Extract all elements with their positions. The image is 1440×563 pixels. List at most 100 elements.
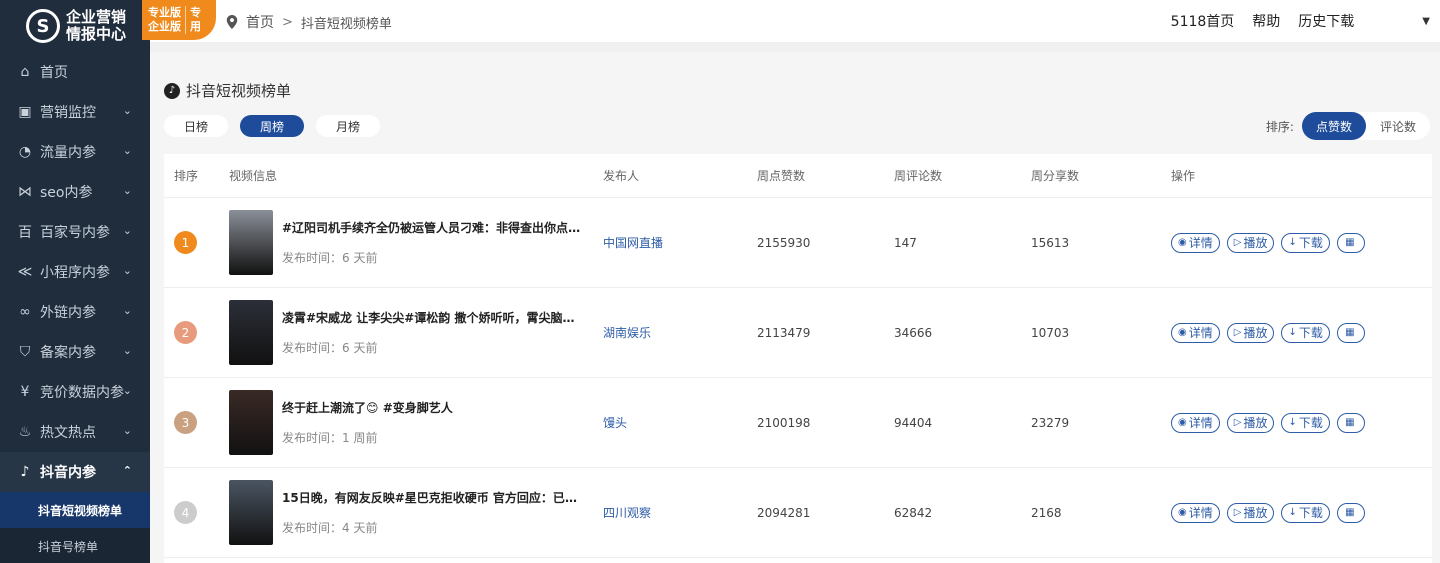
sidebar-item[interactable]: ♨ 热文热点 ⌄ [0,412,150,452]
shares-cell: 15613 [1031,235,1070,250]
sidebar-item[interactable]: ∞ 外链内参 ⌄ [0,292,150,332]
chevron-down-icon: ⌄ [122,104,132,117]
detail-label: 详情 [1188,326,1213,340]
comments-cell: 34666 [894,325,933,340]
play-button[interactable]: ▷ 播放 [1226,322,1275,343]
qrcode-button[interactable]: ▦ [1336,412,1365,433]
submenu-item[interactable]: 抖音短视频榜单 [0,492,150,528]
video-thumbnail[interactable] [229,480,273,545]
play-button[interactable]: ▷ 播放 [1226,412,1275,433]
link-icon: ∞ [19,304,31,320]
video-thumbnail[interactable] [229,300,273,365]
detail-button[interactable]: ◉ 详情 [1171,322,1220,343]
publisher-link[interactable]: 馒头 [603,416,627,430]
ops-cell: ◉ 详情 ▷ 播放 ↓ 下载 ▦ [1168,502,1372,523]
video-title[interactable]: 终于赶上潮流了😊 #变身脚艺人 [282,399,582,416]
breadcrumb-current: 抖音短视频榜单 [300,16,392,32]
detail-label: 详情 [1188,416,1213,430]
download-button[interactable]: ↓ 下载 [1281,322,1330,343]
download-icon: ↓ [1288,327,1297,338]
home-icon: ⌂ [20,64,30,80]
download-label: 下载 [1298,326,1323,340]
comments-cell: 62842 [894,505,933,520]
sidebar-item-label: seo内参 [40,185,93,201]
video-title[interactable]: #辽阳司机手续齐全仍被运管人员刁难：非得查出你点儿... [282,219,582,236]
publisher-link[interactable]: 湖南娱乐 [603,326,651,340]
tab-1[interactable]: 周榜 [240,115,305,137]
publisher-link[interactable]: 中国网直播 [603,236,663,250]
sidebar-item[interactable]: ⌂ 首页 [0,52,150,92]
sidebar-item[interactable]: ⋈ seo内参 ⌄ [0,172,150,212]
publisher-link[interactable]: 四川观察 [603,506,651,520]
eye-icon: ◉ [1178,417,1187,428]
play-icon: ▷ [1233,507,1242,518]
likes-cell: 2094281 [757,505,811,520]
detail-button[interactable]: ◉ 详情 [1171,232,1220,253]
likes-cell: 2100198 [757,415,811,430]
qrcode-icon: ▦ [1345,507,1355,518]
tab-2[interactable]: 月榜 [316,115,381,137]
video-info-cell: #辽阳司机手续齐全仍被运管人员刁难：非得查出你点儿... 发布时间：6 天前 [229,210,602,275]
video-title[interactable]: 15日晚，有网友反映#星巴克拒收硬币 官方回应：已重申... [282,489,582,506]
sidebar-item[interactable]: 百百家号内参 ⌄ [0,212,150,252]
chevron-down-icon: ⌄ [122,304,132,317]
sort-toggle: 点赞数 评论数 [1301,112,1430,140]
play-button[interactable]: ▷ 播放 [1226,502,1275,523]
tab-0[interactable]: 日榜 [164,115,229,137]
chevron-down-icon: ⌄ [122,144,132,157]
rank-cell: 4 [164,501,229,524]
sort-option-1[interactable]: 评论数 [1366,112,1430,140]
breadcrumb-home-link[interactable]: 首页 [246,12,274,32]
sort-control: 排序: 点赞数 评论数 [1266,112,1430,140]
publish-time: 发布时间：6 天前 [282,251,378,265]
sidebar-item[interactable]: ◔ 流量内参 ⌄ [0,132,150,172]
miniprogram-icon: ≪ [17,264,33,280]
detail-button[interactable]: ◉ 详情 [1171,412,1220,433]
rank-badge: 1 [174,231,197,254]
seo-icon: ⋈ [18,184,32,200]
chevron-down-icon: ⌄ [122,384,132,397]
sidebar-item[interactable]: ⛉ 备案内参 ⌄ [0,332,150,372]
download-button[interactable]: ↓ 下载 [1281,232,1330,253]
publisher-cell: 湖南娱乐 [602,324,757,341]
badge-pro-label: 专业版 [148,6,181,19]
logo[interactable]: S 企业营销 情报中心 [0,0,150,52]
qrcode-button[interactable]: ▦ [1336,502,1365,523]
sidebar-item[interactable]: ¥ 竞价数据内参 ⌄ [0,372,150,412]
sidebar-menu: ⌂ 首页 ▣ 营销监控 ⌄ ◔ 流量内参 ⌄ ⋈ seo内参 ⌄ 百百家号内参 ⌄ ≪ 小程序内参 ⌄ ∞ 外链内… [0,52,150,563]
qrcode-icon: ▦ [1345,237,1355,248]
play-button[interactable]: ▷ 播放 [1226,232,1275,253]
5118-home-link[interactable]: 5118首页 [1171,11,1235,31]
likes-cell: 2113479 [757,325,811,340]
sidebar-item[interactable]: ≪ 小程序内参 ⌄ [0,252,150,292]
qrcode-icon: ▦ [1345,417,1355,428]
edition-badge: 专业版 企业版 专 用 [142,0,216,40]
sidebar: S 企业营销 情报中心 ⌂ 首页 ▣ 营销监控 ⌄ ◔ 流量内参 ⌄ ⋈ seo内参 ⌄ 百百家号内参… [0,0,150,563]
sidebar-item[interactable]: ▣ 营销监控 ⌄ [0,92,150,132]
download-button[interactable]: ↓ 下载 [1281,412,1330,433]
help-link[interactable]: 帮助 [1252,11,1280,31]
logo-text-line1: 企业营销 [66,8,127,26]
table-row: 2 凌霄#宋威龙 让李尖尖#谭松韵 撒个娇听听，霄尖脑袋🙈... 发布时间：6 天前… [164,288,1432,378]
col-publisher-header: 发布人 [603,169,640,183]
video-title[interactable]: 凌霄#宋威龙 让李尖尖#谭松韵 撒个娇听听，霄尖脑袋🙈... [282,309,582,326]
rank-badge: 3 [174,411,197,434]
history-download-link[interactable]: 历史下载 [1298,11,1354,31]
breadcrumb-separator: > [282,14,293,30]
qrcode-button[interactable]: ▦ [1336,232,1365,253]
tiktok-icon: ♪ [164,82,180,99]
detail-button[interactable]: ◉ 详情 [1171,502,1220,523]
download-button[interactable]: ↓ 下载 [1281,502,1330,523]
play-label: 播放 [1243,506,1268,520]
video-thumbnail[interactable] [229,210,273,275]
table-body: 1 #辽阳司机手续齐全仍被运管人员刁难：非得查出你点儿... 发布时间：6 天前 中国… [164,198,1432,558]
sidebar-item[interactable]: ♪ 抖音内参 ⌃ [0,452,150,492]
video-thumbnail[interactable] [229,390,273,455]
play-icon: ▷ [1233,417,1242,428]
submenu-item[interactable]: 抖音号榜单 [0,528,150,563]
publish-time: 发布时间：1 周前 [282,431,378,445]
caret-down-icon[interactable]: ▼ [1422,16,1430,27]
qrcode-button[interactable]: ▦ [1336,322,1365,343]
sort-option-0[interactable]: 点赞数 [1301,112,1366,140]
sidebar-item-label: 备案内参 [40,345,96,361]
